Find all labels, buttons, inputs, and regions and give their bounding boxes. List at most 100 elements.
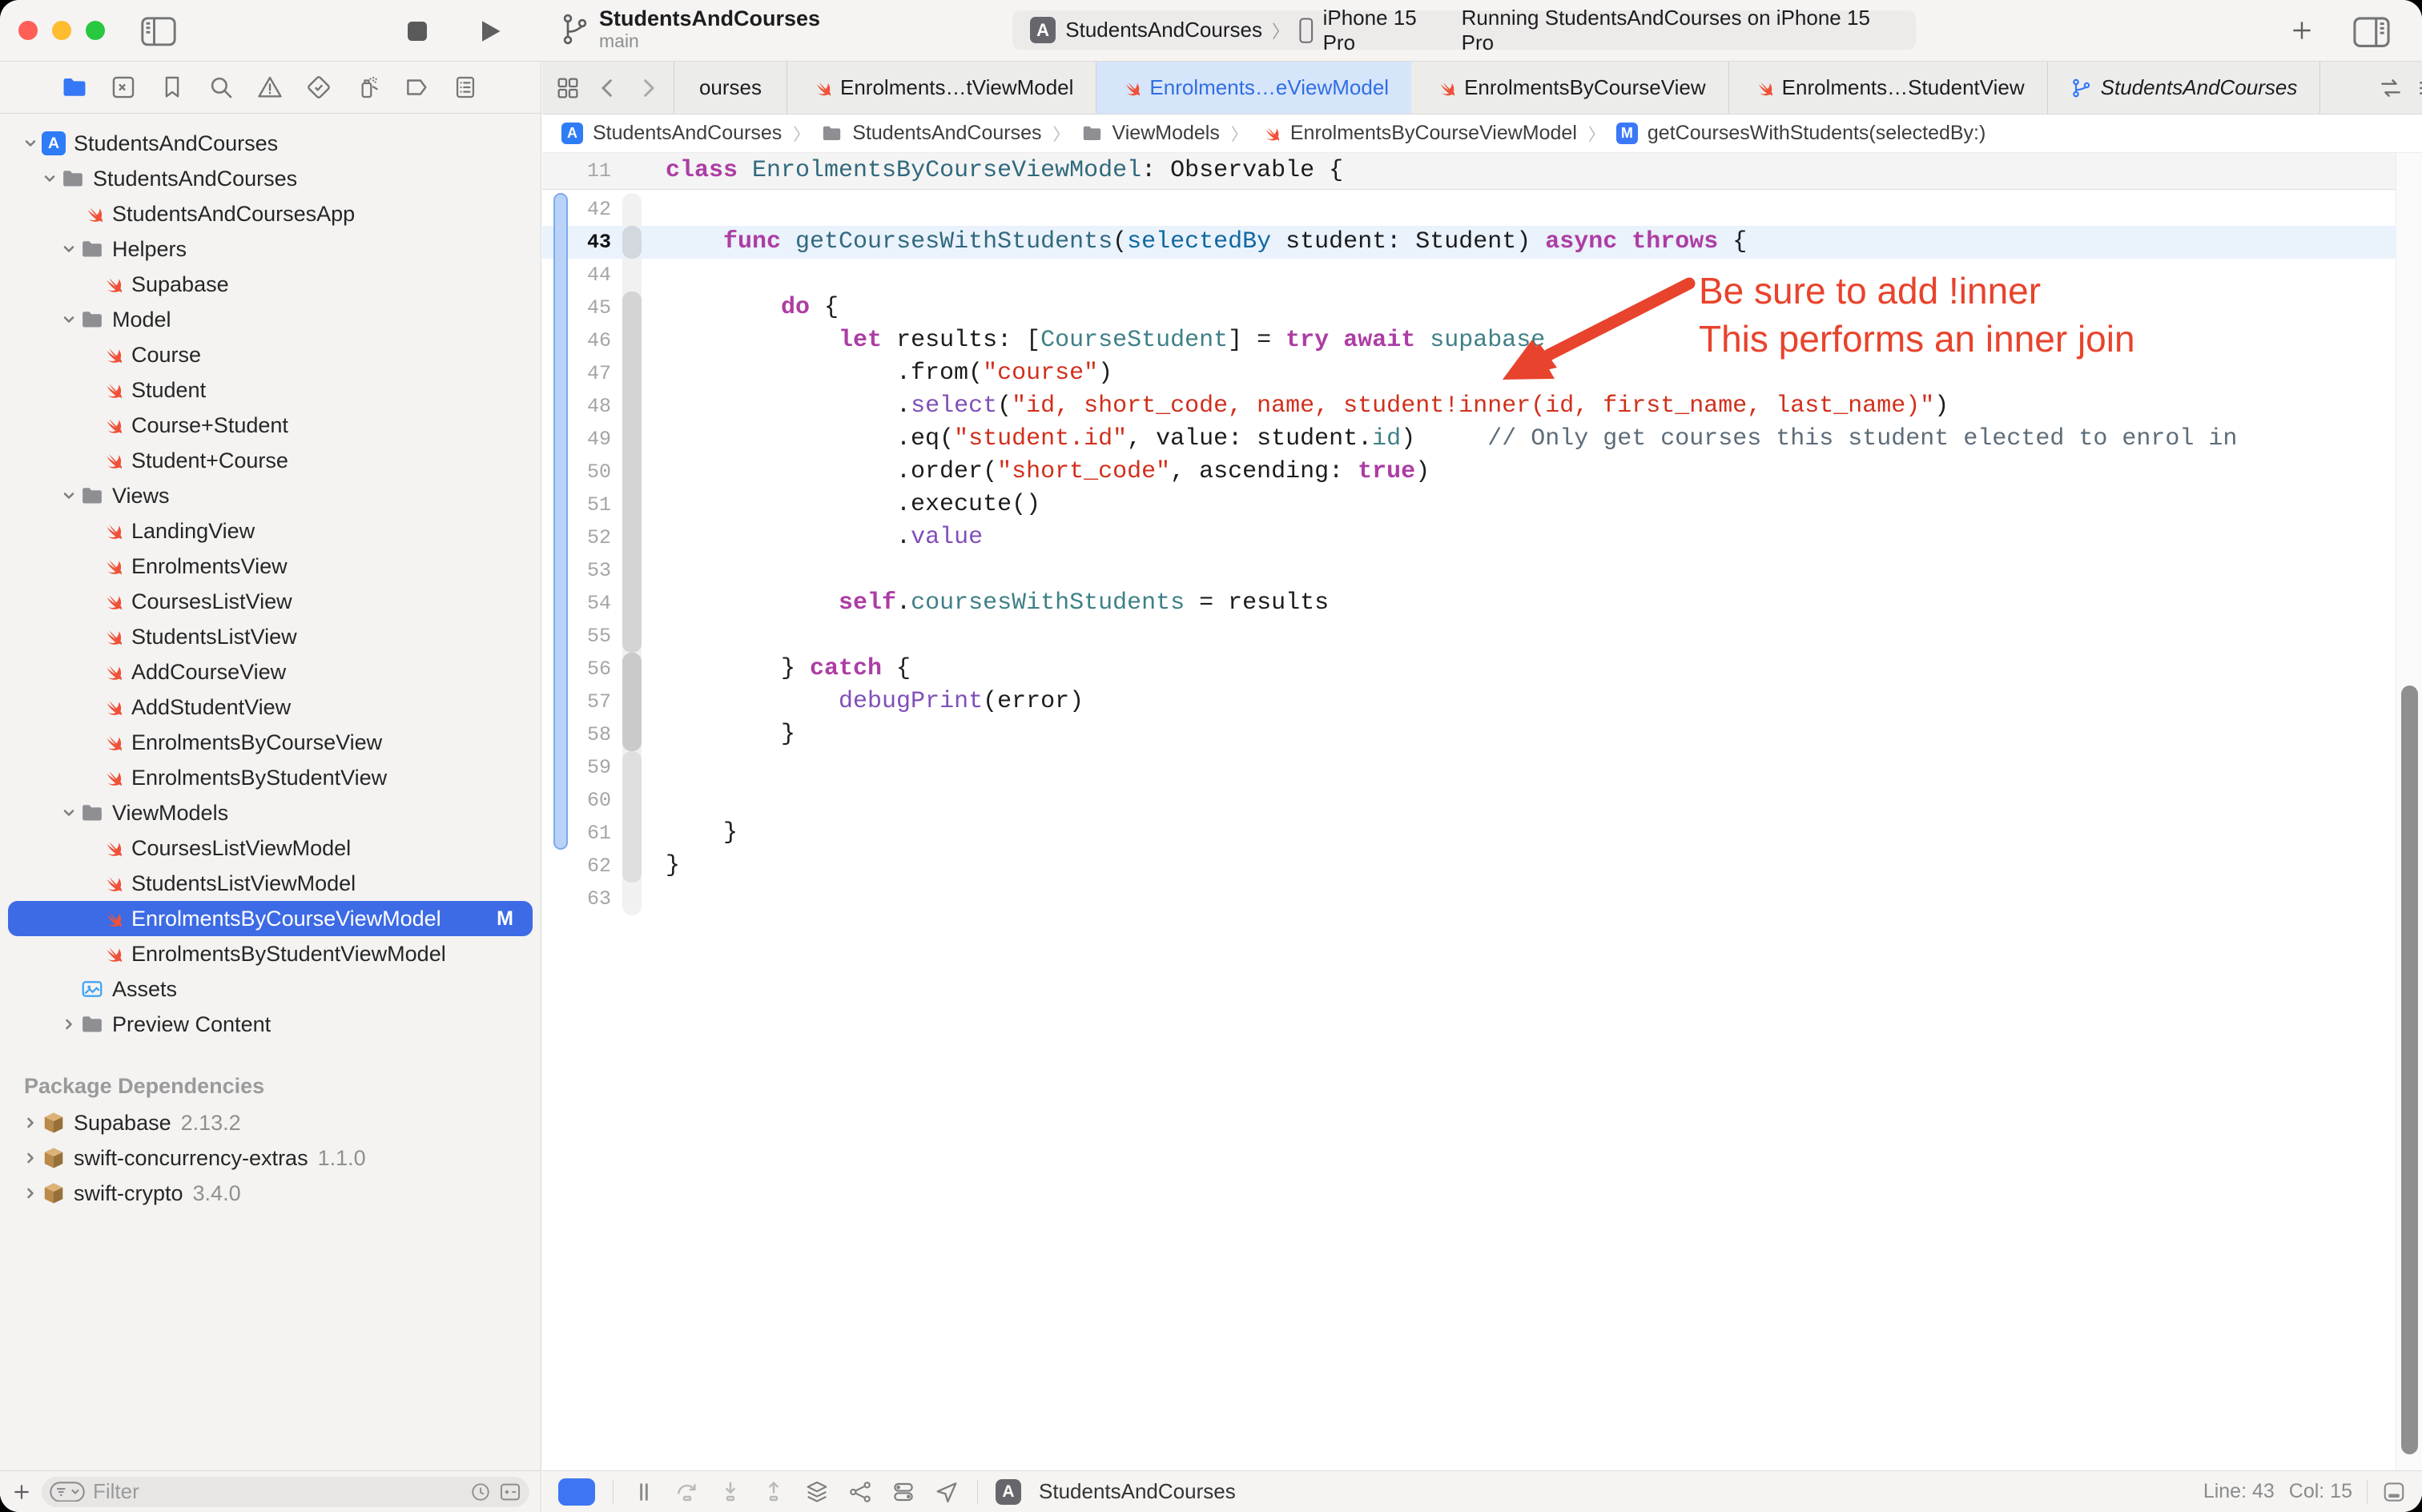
disclosure-open-icon[interactable] xyxy=(59,239,78,259)
code-line[interactable]: 50 .order("short_code", ascending: true) xyxy=(542,456,2396,489)
navigator-tab-issues-icon[interactable] xyxy=(256,74,284,101)
disclosure-closed-icon[interactable] xyxy=(21,1148,40,1168)
disclosure-closed-icon[interactable] xyxy=(21,1113,40,1132)
editor-scrollbar[interactable] xyxy=(2396,153,2422,1470)
editor-tab[interactable]: StudentsAndCourses xyxy=(2048,62,2321,114)
back-icon[interactable] xyxy=(595,75,621,101)
scheme-project[interactable]: StudentsAndCourses xyxy=(1065,18,1262,42)
navigator-tab-debug-icon[interactable] xyxy=(354,74,381,101)
navigator-tab-tests-icon[interactable] xyxy=(305,74,332,101)
debug-step-out-icon[interactable] xyxy=(761,1479,787,1505)
scheme-status-pill[interactable]: A StudentsAndCourses 〉 iPhone 15 Pro Run… xyxy=(1012,10,1916,50)
code-line[interactable]: 63 xyxy=(542,883,2396,915)
debug-location-icon[interactable] xyxy=(934,1479,960,1505)
tree-item[interactable]: EnrolmentsView xyxy=(0,549,541,584)
fold-ribbon-segment[interactable] xyxy=(622,226,642,259)
editor-tab[interactable]: Enrolments…StudentView xyxy=(1729,62,2048,114)
code-line[interactable]: 49 .eq("student.id", value: student.id) … xyxy=(542,423,2396,456)
code-line[interactable]: 59 xyxy=(542,751,2396,784)
navigator-tab-reports-icon[interactable] xyxy=(452,74,479,101)
code-line[interactable]: 48 .select("id, short_code, name, studen… xyxy=(542,390,2396,423)
navigator-tab-changes-icon[interactable] xyxy=(110,74,137,101)
editor-tab[interactable]: Enrolments…eViewModel xyxy=(1096,62,1411,114)
editor-tab[interactable]: EnrolmentsByCourseView xyxy=(1411,62,1729,114)
filter-input[interactable]: Filter xyxy=(42,1477,529,1507)
running-app-label[interactable]: StudentsAndCourses xyxy=(1039,1479,1236,1504)
tree-item[interactable]: AddCourseView xyxy=(0,654,541,690)
filter-funnel-icon[interactable] xyxy=(50,1482,85,1502)
tree-item[interactable]: CoursesListViewModel xyxy=(0,830,541,866)
line-number[interactable]: 11 xyxy=(542,159,622,183)
tree-item[interactable]: LandingView xyxy=(0,513,541,549)
tree-item[interactable]: CoursesListView xyxy=(0,584,541,619)
breadcrumb-item[interactable]: StudentsAndCourses xyxy=(593,122,782,145)
breadcrumb-item[interactable]: getCoursesWithStudents(selectedBy:) xyxy=(1648,122,1985,145)
disclosure-open-icon[interactable] xyxy=(21,134,40,153)
tree-item[interactable]: Student xyxy=(0,372,541,408)
tree-item[interactable]: EnrolmentsByCourseViewModelM xyxy=(8,901,533,936)
code-line[interactable]: 54 self.coursesWithStudents = results xyxy=(542,587,2396,620)
minimize-button[interactable] xyxy=(52,21,71,40)
scrollbar-thumb[interactable] xyxy=(2401,686,2418,1454)
scm-filter-icon[interactable] xyxy=(499,1481,521,1503)
hide-debug-area-icon[interactable] xyxy=(2382,1480,2406,1504)
tree-item[interactable]: AddStudentView xyxy=(0,690,541,725)
code-line[interactable]: 53 xyxy=(542,554,2396,587)
tree-item[interactable]: StudentsListView xyxy=(0,619,541,654)
tree-item[interactable]: ViewModels xyxy=(0,795,541,830)
code-editor[interactable]: 4243 func getCoursesWithStudents(selecte… xyxy=(542,190,2396,1470)
breakpoints-toggle-button[interactable] xyxy=(558,1478,595,1506)
breadcrumb-item[interactable]: ViewModels xyxy=(1112,122,1220,145)
tree-item[interactable]: StudentsListViewModel xyxy=(0,866,541,901)
library-add-icon[interactable] xyxy=(2289,18,2315,43)
tree-item[interactable]: Assets xyxy=(0,971,541,1007)
disclosure-closed-icon[interactable] xyxy=(21,1184,40,1203)
inspector-toggle-icon[interactable] xyxy=(2353,17,2390,46)
code-line[interactable]: 11class EnrolmentsByCourseViewModel: Obs… xyxy=(542,155,1343,187)
code-line[interactable]: 61 } xyxy=(542,817,2396,850)
debug-step-in-icon[interactable] xyxy=(718,1479,743,1505)
disclosure-open-icon[interactable] xyxy=(59,803,78,822)
code-line[interactable]: 57 debugPrint(error) xyxy=(542,686,2396,718)
code-line[interactable]: 51 .execute() xyxy=(542,489,2396,521)
package-item[interactable]: swift-crypto3.4.0 xyxy=(0,1176,541,1211)
code-review-icon[interactable] xyxy=(2378,75,2404,101)
tree-item[interactable]: Views xyxy=(0,478,541,513)
disclosure-open-icon[interactable] xyxy=(40,169,59,188)
navigator-tab-breakpoints-icon[interactable] xyxy=(403,74,430,101)
fold-ribbon-segment[interactable] xyxy=(622,653,642,751)
debug-step-over-icon[interactable] xyxy=(674,1479,700,1505)
scheme-destination[interactable]: iPhone 15 Pro xyxy=(1323,6,1452,55)
close-button[interactable] xyxy=(18,21,38,40)
tree-item[interactable]: Helpers xyxy=(0,231,541,267)
navigator-tab-find-icon[interactable] xyxy=(207,74,235,101)
code-line[interactable]: 42 xyxy=(542,193,2396,226)
forward-icon[interactable] xyxy=(635,75,661,101)
editor-tab[interactable]: ourses xyxy=(674,62,787,114)
sidebar-toggle-icon[interactable] xyxy=(141,17,176,46)
package-item[interactable]: Supabase2.13.2 xyxy=(0,1105,541,1140)
recent-filter-icon[interactable] xyxy=(470,1482,491,1502)
tree-item[interactable]: StudentsAndCoursesApp xyxy=(0,196,541,231)
line-number[interactable]: 63 xyxy=(542,887,622,911)
disclosure-open-icon[interactable] xyxy=(59,486,78,505)
tree-item[interactable]: Preview Content xyxy=(0,1007,541,1042)
add-file-icon[interactable] xyxy=(11,1482,32,1502)
tree-item[interactable]: EnrolmentsByStudentView xyxy=(0,760,541,795)
code-line[interactable]: 55 xyxy=(542,620,2396,653)
tree-item[interactable]: Student+Course xyxy=(0,443,541,478)
zoom-button[interactable] xyxy=(86,21,105,40)
debug-graph-icon[interactable] xyxy=(847,1479,873,1505)
breadcrumb-item[interactable]: StudentsAndCourses xyxy=(852,122,1041,145)
line-number[interactable]: 62 xyxy=(542,855,622,878)
code-line[interactable]: 62} xyxy=(542,850,2396,883)
stop-button[interactable] xyxy=(404,18,430,44)
breadcrumb-item[interactable]: EnrolmentsByCourseViewModel xyxy=(1290,122,1577,145)
editor-tab[interactable]: Enrolments…tViewModel xyxy=(787,62,1096,114)
package-item[interactable]: swift-concurrency-extras1.1.0 xyxy=(0,1140,541,1176)
code-line[interactable]: 60 xyxy=(542,784,2396,817)
tree-item[interactable]: StudentsAndCourses xyxy=(0,161,541,196)
tree-item[interactable]: EnrolmentsByCourseView xyxy=(0,725,541,760)
code-line[interactable]: 52 .value xyxy=(542,521,2396,554)
disclosure-open-icon[interactable] xyxy=(59,310,78,329)
